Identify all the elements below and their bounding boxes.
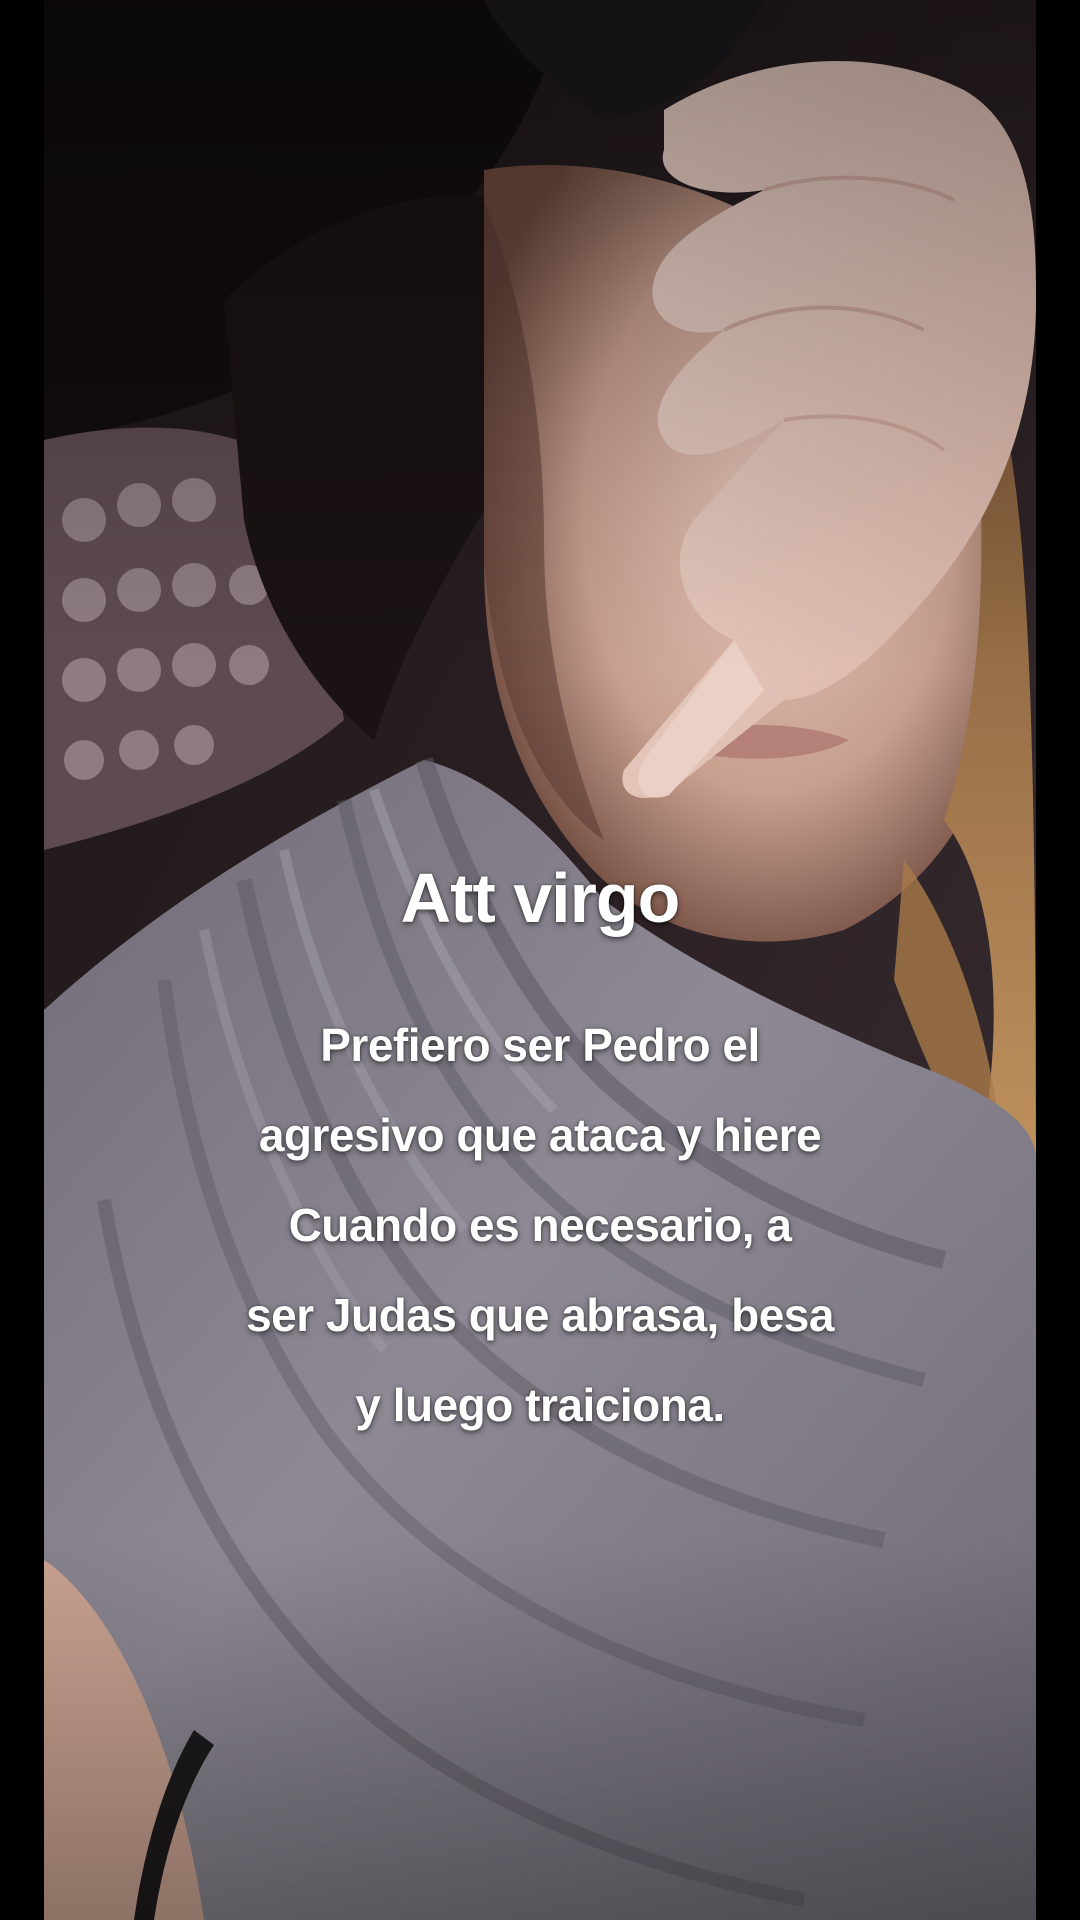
quote-line: ser Judas que abrasa, besa xyxy=(246,1289,834,1341)
overlay-title: Att virgo xyxy=(400,859,681,937)
quote-line: agresivo que ataca y hiere xyxy=(258,1109,822,1161)
quote-line: Cuando es necesario, a xyxy=(288,1199,792,1251)
quote-line: y luego traiciona. xyxy=(355,1379,725,1431)
photo-illustration xyxy=(44,0,1036,1920)
background-photo xyxy=(44,0,1036,1920)
quote-line: Prefiero ser Pedro el xyxy=(320,1019,760,1071)
video-frame: Att virgo Prefiero ser Pedro el agresivo… xyxy=(0,0,1080,1920)
overlay-quote: Prefiero ser Pedro el agresivo que ataca… xyxy=(44,1000,1036,1450)
